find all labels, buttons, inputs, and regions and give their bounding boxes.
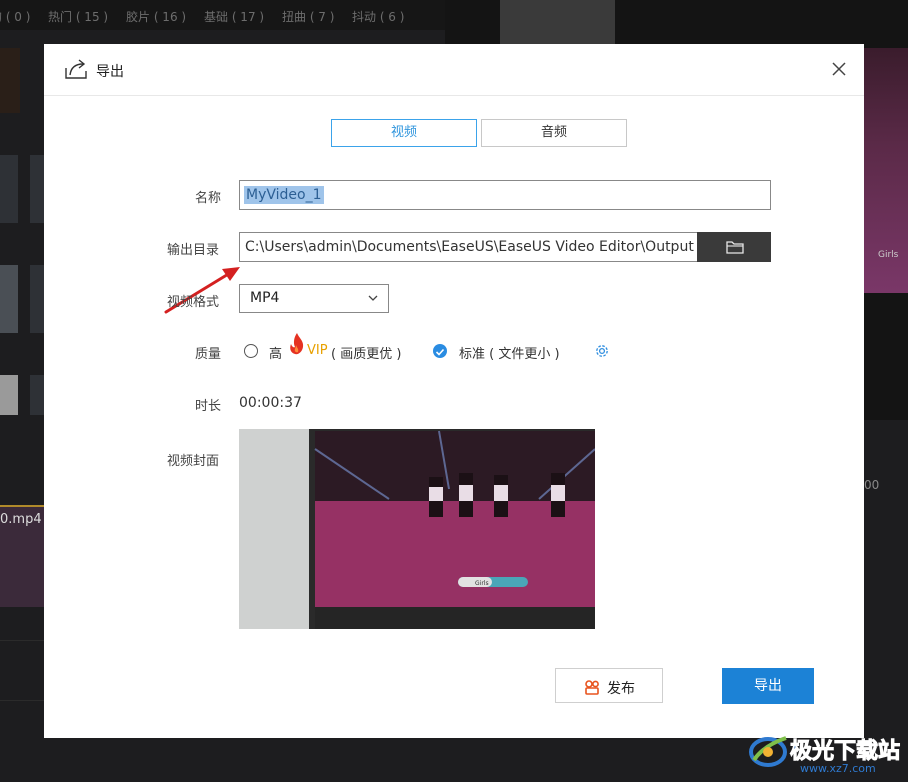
publish-label: 发布 <box>607 681 635 697</box>
name-label: 名称 <box>195 191 222 206</box>
dialog-title: 导出 <box>96 64 124 80</box>
vip-badge: VIP <box>307 343 328 358</box>
browse-folder-button[interactable] <box>697 232 771 262</box>
quality-standard-radio[interactable] <box>433 344 447 358</box>
watermark-text: 极光下载站 <box>789 739 901 765</box>
tab-audio[interactable]: 音频 <box>481 119 627 147</box>
timeline-track <box>0 640 44 641</box>
effect-thumbnail[interactable] <box>0 375 18 415</box>
format-label: 视频格式 <box>167 295 220 310</box>
effect-thumbnail[interactable] <box>30 155 44 223</box>
effects-filter-tabs: 我的 ( 0 ) 热门 ( 15 ) 胶片 ( 16 ) 基础 ( 17 ) 扭… <box>0 0 445 30</box>
close-icon[interactable] <box>830 60 848 78</box>
format-select[interactable]: MP4 <box>239 284 389 313</box>
cover-label: 视频封面 <box>167 454 220 469</box>
chevron-down-icon <box>368 295 378 301</box>
effect-thumbnail[interactable] <box>0 265 18 333</box>
export-dialog: 导出 视频 音频 名称 MyVideo_1 输出目录 C:\Users\admi… <box>44 44 864 738</box>
quality-high-radio[interactable] <box>244 344 258 358</box>
fire-icon <box>290 333 304 355</box>
quality-standard-label: 标准 ( 文件更小 ) <box>459 347 560 362</box>
output-dir-label: 输出目录 <box>167 243 220 258</box>
output-dir-field[interactable]: C:\Users\admin\Documents\EaseUS\EaseUS V… <box>239 232 697 262</box>
filter-tab[interactable]: 扭曲 ( 7 ) <box>282 8 334 25</box>
filter-tab[interactable]: 抖动 ( 6 ) <box>352 8 404 25</box>
preview-caption: Girls <box>878 250 899 260</box>
watermark-url: www.xz7.com <box>800 762 876 775</box>
cover-thumbnail[interactable]: Girls <box>239 429 595 629</box>
export-button[interactable]: 导出 <box>722 668 814 704</box>
timeline-track <box>0 700 44 701</box>
timeline-time: 00 <box>864 478 880 492</box>
dialog-titlebar: 导出 <box>44 44 864 96</box>
folder-icon <box>726 241 744 254</box>
tab-video[interactable]: 视频 <box>331 119 477 147</box>
quality-label: 质量 <box>195 347 222 362</box>
duration-value: 00:00:37 <box>239 395 302 411</box>
filter-tab[interactable]: 胶片 ( 16 ) <box>126 8 186 25</box>
duration-label: 时长 <box>195 399 222 414</box>
effect-thumbnail[interactable] <box>30 265 44 333</box>
name-field[interactable]: MyVideo_1 <box>239 180 771 210</box>
settings-gear-icon[interactable] <box>593 342 611 360</box>
watermark-logo <box>749 736 787 767</box>
cover-overlay-label: Girls <box>475 580 489 587</box>
export-icon <box>65 59 87 79</box>
publish-icon <box>585 680 599 695</box>
publish-button[interactable]: 发布 <box>555 668 663 703</box>
filter-tab[interactable]: 我的 ( 0 ) <box>0 8 30 25</box>
annotation-arrow <box>164 267 240 314</box>
format-value: MP4 <box>250 290 280 306</box>
filter-tab[interactable]: 基础 ( 17 ) <box>204 8 264 25</box>
effect-thumbnail[interactable] <box>0 155 18 223</box>
effect-thumbnail[interactable] <box>30 375 44 415</box>
name-value: MyVideo_1 <box>244 186 324 204</box>
timeline-clip-label: 0.mp4 <box>0 512 42 527</box>
filter-tab[interactable]: 热门 ( 15 ) <box>48 8 108 25</box>
effect-thumbnail[interactable] <box>0 48 20 113</box>
quality-high-label: 高 <box>269 347 283 362</box>
quality-high-note: ( 画质更优 ) <box>331 347 402 362</box>
check-icon <box>435 348 445 356</box>
